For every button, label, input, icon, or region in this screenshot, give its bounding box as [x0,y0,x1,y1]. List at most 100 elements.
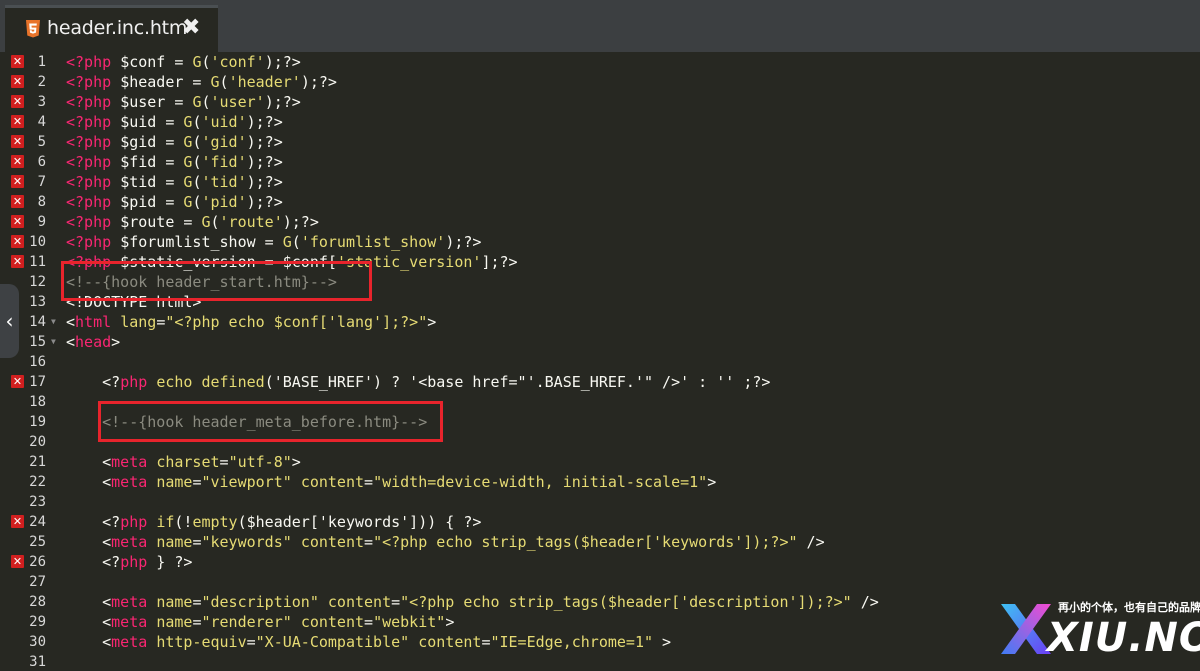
code-line[interactable]: 21 <meta charset="utf-8"> [0,452,1200,472]
tab-bar: header.inc.htm ✖ [0,0,1200,52]
code-token: php [120,373,148,391]
code-token: "<?php echo strip_tags($header['descript… [400,593,852,611]
code-line[interactable]: 14 ▼ <html lang="<?php echo $conf['lang'];… [0,312,1200,332]
code-line[interactable]: ✕ 9 <?php $route = G('route');?> [0,212,1200,232]
line-number: 15 [29,334,46,350]
code-token: meta [111,593,148,611]
fold-arrow-icon[interactable]: ▼ [51,312,56,332]
code-token: } ?> [147,553,193,571]
code-token: > [445,613,455,631]
code-token: );?> [246,113,283,131]
code-line[interactable]: 22 <meta name="viewport" content="width=… [0,472,1200,492]
code-token: name [156,613,193,631]
tab-header-inc[interactable]: header.inc.htm ✖ [5,5,218,52]
code-token: content [300,473,365,491]
code-token: );?> [300,73,337,91]
code-token: > [291,453,301,471]
code-token: 'pid' [201,193,247,211]
code-text: <head> [66,332,120,352]
code-line[interactable]: ✕ 8 <?php $pid = G('pid');?> [0,192,1200,212]
code-text: <?php $forumlist_show = G('forumlist_sho… [66,232,481,252]
code-token: 'gid' [201,133,247,151]
code-line[interactable]: ✕ 6 <?php $fid = G('fid');?> [0,152,1200,172]
code-token: "webkit" [373,613,446,631]
code-token: "description" [201,593,319,611]
code-token: head [75,333,112,351]
code-line[interactable]: ✕ 3 <?php $user = G('user');?> [0,92,1200,112]
code-token: <?php [66,193,121,211]
code-editor[interactable]: ✕ 1 <?php $conf = G('conf');?> ✕ 2 <?php $hea… [0,52,1200,671]
code-token: < [66,613,112,631]
line-number: 25 [29,534,46,550]
highlight-box-header-meta-before [98,401,443,442]
code-token: /> [851,593,879,611]
code-line[interactable]: ✕ 24 <?php if(!empty($header['keywords'])… [0,512,1200,532]
code-token: <?php [66,53,121,71]
code-line[interactable]: 27 [0,572,1200,592]
code-token: G [210,73,220,91]
code-token: "utf-8" [228,453,292,471]
code-line[interactable]: ✕ 26 <?php } ?> [0,552,1200,572]
code-line[interactable]: ✕ 7 <?php $tid = G('tid');?> [0,172,1200,192]
code-text: <meta http-equiv="X-UA-Compatible" conte… [66,632,671,652]
code-token: name [156,593,193,611]
code-line[interactable]: 25 <meta name="keywords" content="<?php … [0,532,1200,552]
code-token: ( [210,213,220,231]
code-token: ( [201,53,211,71]
code-line[interactable]: ✕ 5 <?php $gid = G('gid');?> [0,132,1200,152]
code-token: <?php [66,133,121,151]
code-token: < [66,473,112,491]
code-token: < [66,533,112,551]
code-text: <?php $header = G('header');?> [66,72,337,92]
code-line[interactable]: 15 ▼ <head> [0,332,1200,352]
code-token: );?> [246,153,283,171]
line-number: 6 [37,154,46,170]
code-token: ( [291,233,301,251]
code-line[interactable]: ✕ 1 <?php $conf = G('conf');?> [0,52,1200,72]
code-text: <?php $uid = G('uid');?> [66,112,283,132]
code-line[interactable]: ✕ 17 <?php echo defined('BASE_HREF') ? '<… [0,372,1200,392]
code-token: charset [156,453,220,471]
line-number: 5 [37,134,46,150]
code-token: ];?> [481,253,518,271]
code-token: $gid = [120,133,184,151]
code-token: );?> [264,53,301,71]
line-number: 17 [29,374,46,390]
code-token: );?> [246,133,283,151]
chevron-left-icon[interactable]: ‹ [0,284,19,358]
code-token: echo [156,373,193,391]
code-line[interactable]: 16 [0,352,1200,372]
code-line[interactable]: ✕ 2 <?php $header = G('header');?> [0,72,1200,92]
code-text: <?php $pid = G('pid');?> [66,192,283,212]
code-token: "<?php echo $conf['lang'];?>" [165,313,428,331]
code-token: $uid = [120,113,184,131]
code-token: "keywords" [201,533,292,551]
code-token: 'header' [228,73,301,91]
code-line[interactable]: 23 [0,492,1200,512]
code-token: "viewport" [201,473,292,491]
code-text: <?php } ?> [66,552,192,572]
close-icon[interactable]: ✖ [182,14,200,42]
code-token: html [75,313,112,331]
code-token: > [707,473,717,491]
code-token: $fid = [120,153,184,171]
line-number: 30 [29,634,46,650]
code-text: <?php $user = G('user');?> [66,92,301,112]
code-token: <? [66,513,121,531]
fold-arrow-icon[interactable]: ▼ [51,332,56,352]
code-line[interactable]: ✕ 4 <?php $uid = G('uid');?> [0,112,1200,132]
code-token: 'tid' [201,173,247,191]
code-line[interactable]: ✕ 10 <?php $forumlist_show = G('forumlist_… [0,232,1200,252]
code-token: (! [174,513,193,531]
code-token: $tid = [120,173,184,191]
code-token: empty [192,513,238,531]
line-number: 12 [29,274,46,290]
code-token: "<?php echo strip_tags($header['keywords… [373,533,798,551]
code-token: $forumlist_show = [120,233,283,251]
